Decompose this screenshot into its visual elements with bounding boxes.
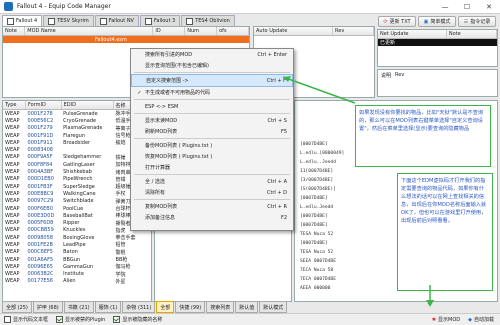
bottom-tab[interactable]: 全部 (156, 301, 175, 313)
show-mod-toggle[interactable]: ✱ 显示MOD (431, 316, 460, 324)
arrow-line-1 (282, 76, 356, 104)
show-disabled-plugins-option[interactable]: 显示被禁的Plugin (56, 316, 105, 323)
load-icon: ◆ (468, 316, 472, 323)
bottom-tabs: 全部 (25) 护甲 (68) 书籍 (21) 服饰 (1) 杂物 (311) 全部 快捷 … (2, 301, 288, 313)
annotation-arrows (282, 76, 434, 307)
bottom-tab[interactable]: 服饰 (1) (94, 301, 122, 313)
show-hidden-names-option[interactable]: 显示被隐藏的名称 (113, 316, 162, 323)
bottom-tab[interactable]: 书籍 (21) (63, 301, 94, 313)
bottom-tab[interactable]: 搜索列表 (206, 301, 235, 313)
bottom-tab[interactable]: 快捷 (99) (175, 301, 206, 313)
checkbox[interactable] (4, 316, 11, 323)
bottom-tab[interactable]: 护甲 (68) (32, 301, 63, 313)
show-code-textbox-option[interactable]: 显示代码文本框 (4, 316, 48, 323)
bottom-tab[interactable]: 杂物 (311) (122, 301, 156, 313)
bottom-tab[interactable]: 全部 (25) (2, 301, 32, 313)
gear-icon: ✱ (431, 316, 437, 323)
bottom-tab[interactable]: 默认值 (235, 301, 259, 313)
arrow-head-2 (426, 300, 434, 307)
checkbox[interactable] (113, 316, 121, 323)
auto-load-toggle[interactable]: ◆ 自动加载 (468, 316, 494, 324)
status-bar: 显示代码文本框 显示被禁的Plugin 显示被隐藏的名称 ✱ 显示MOD ◆ 自动加… (0, 313, 500, 325)
bottom-tab[interactable]: 默认模式 (259, 301, 288, 313)
checkbox[interactable] (56, 316, 64, 323)
